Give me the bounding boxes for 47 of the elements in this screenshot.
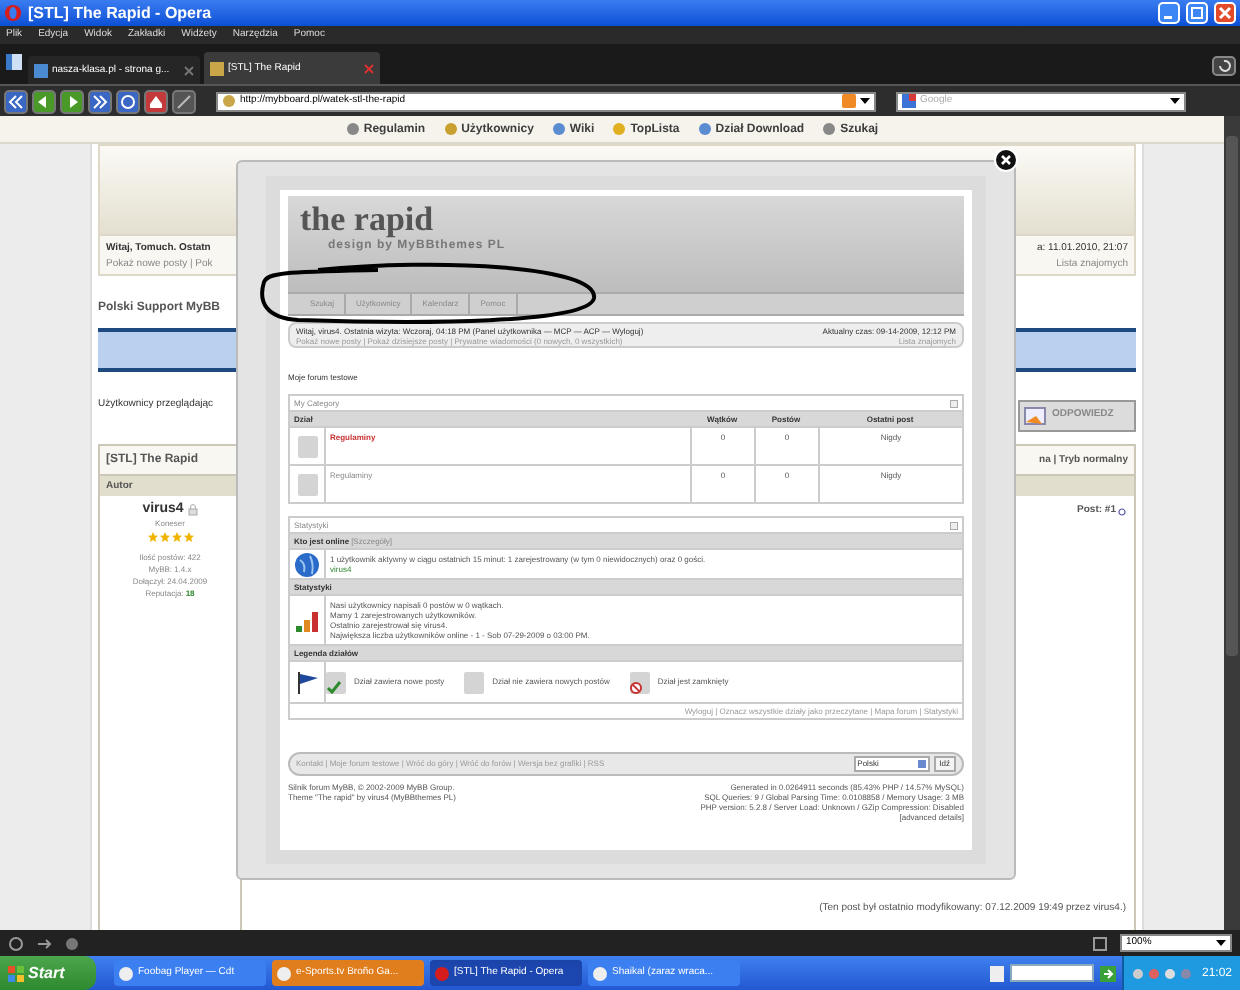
bar-graph-icon	[294, 607, 320, 633]
close-tab-icon[interactable]	[184, 65, 194, 75]
back-icon[interactable]	[32, 89, 56, 113]
envelope-icon	[1024, 406, 1048, 426]
flag-icon	[295, 670, 319, 694]
restore-icon[interactable]	[1186, 2, 1208, 24]
close-tab-icon[interactable]	[364, 63, 374, 73]
globe-icon	[294, 551, 320, 577]
scrollbar-thumb[interactable]	[1226, 136, 1238, 656]
arrow-icon[interactable]	[1099, 965, 1116, 981]
panel-icon[interactable]	[1092, 935, 1108, 951]
windows-logo-icon	[8, 965, 24, 981]
reload-icon[interactable]	[116, 89, 140, 113]
locked-forum-icon	[629, 671, 650, 693]
theme-logo: the rapid	[300, 202, 436, 236]
undo-icon[interactable]	[1212, 56, 1236, 76]
panel-icon[interactable]	[4, 52, 24, 72]
dropdown-icon	[860, 96, 870, 106]
dropdown-icon	[1170, 96, 1180, 106]
language-bar[interactable]	[1009, 964, 1094, 982]
no-new-posts-icon	[464, 671, 485, 693]
site-icon	[222, 94, 236, 108]
scrollbar[interactable]	[1224, 116, 1240, 930]
page-icon	[34, 63, 48, 77]
app-icon	[276, 965, 292, 981]
document-icon[interactable]	[989, 965, 1004, 981]
forum-status-icon	[297, 473, 317, 495]
home-icon[interactable]	[144, 89, 168, 113]
dropdown-icon	[1216, 938, 1226, 948]
forum-status-icon	[297, 435, 317, 457]
fast-forward-icon[interactable]	[88, 89, 112, 113]
lock-icon	[187, 503, 198, 515]
back-icon[interactable]	[4, 89, 28, 113]
dropdown-icon	[917, 760, 926, 768]
window-title: [STL] The Rapid - Opera	[28, 5, 212, 21]
minimize-icon[interactable]	[1158, 2, 1180, 24]
google-icon	[902, 94, 916, 108]
start-button[interactable]: Start	[0, 956, 96, 990]
forward-icon[interactable]	[60, 89, 84, 113]
page-icon	[210, 61, 224, 75]
opera-logo-icon	[4, 4, 22, 22]
app-icon	[592, 965, 608, 981]
collapse-icon[interactable]	[950, 521, 958, 529]
app-icon	[434, 965, 450, 981]
collapse-icon[interactable]	[950, 399, 958, 407]
rss-icon	[842, 94, 856, 108]
app-icon	[118, 965, 134, 981]
